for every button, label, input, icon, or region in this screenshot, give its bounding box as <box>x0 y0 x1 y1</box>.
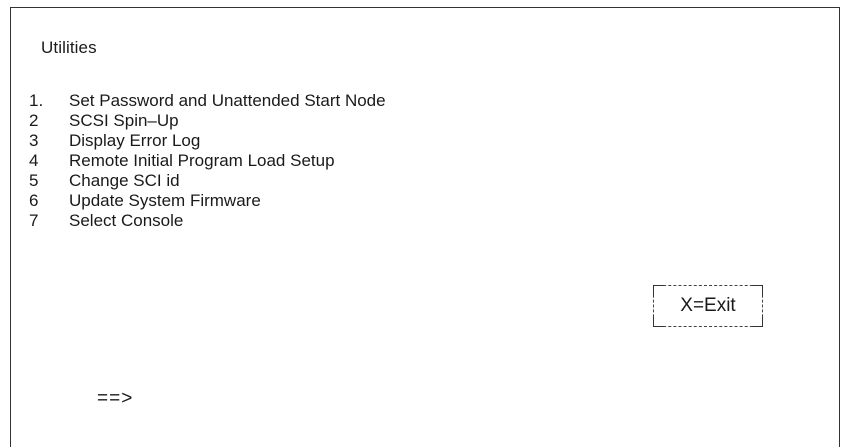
menu-item-change-sci-id[interactable]: 5 Change SCI id <box>29 171 386 191</box>
command-prompt: ==> <box>97 388 440 410</box>
firmware-menu-screen: Utilities 1. Set Password and Unattended… <box>10 7 840 447</box>
menu-item-label: SCSI Spin–Up <box>69 111 179 130</box>
menu-item-select-console[interactable]: 7 Select Console <box>29 211 386 231</box>
menu-item-number: 7 <box>29 211 39 230</box>
utilities-menu: 1. Set Password and Unattended Start Nod… <box>29 91 386 231</box>
menu-item-number: 5 <box>29 171 39 190</box>
bracket-corner <box>752 285 763 296</box>
menu-item-scsi-spin-up[interactable]: 2 SCSI Spin–Up <box>29 111 386 131</box>
prompt-arrow-icon: ==> <box>97 388 134 409</box>
bracket-corner <box>653 285 664 296</box>
menu-item-number: 2 <box>29 111 39 130</box>
menu-item-label: Change SCI id <box>69 171 180 190</box>
bracket-corner <box>752 316 763 327</box>
menu-item-label: Select Console <box>69 211 184 230</box>
menu-item-label: Update System Firmware <box>69 191 261 210</box>
command-input[interactable] <box>139 389 440 409</box>
bracket-corner <box>653 316 664 327</box>
menu-item-number: 1. <box>29 91 44 110</box>
menu-item-number: 6 <box>29 191 39 210</box>
menu-item-label: Set Password and Unattended Start Node <box>69 91 386 110</box>
menu-item-label: Display Error Log <box>69 131 201 150</box>
exit-button[interactable]: X=Exit <box>653 285 763 327</box>
menu-item-set-password[interactable]: 1. Set Password and Unattended Start Nod… <box>29 91 386 111</box>
menu-item-number: 4 <box>29 151 39 170</box>
menu-item-number: 3 <box>29 131 39 150</box>
screen-title: Utilities <box>41 38 97 57</box>
menu-item-label: Remote Initial Program Load Setup <box>69 151 335 170</box>
exit-label: X=Exit <box>680 295 736 316</box>
menu-item-update-firmware[interactable]: 6 Update System Firmware <box>29 191 386 211</box>
menu-item-remote-ipl-setup[interactable]: 4 Remote Initial Program Load Setup <box>29 151 386 171</box>
menu-item-display-error-log[interactable]: 3 Display Error Log <box>29 131 386 151</box>
